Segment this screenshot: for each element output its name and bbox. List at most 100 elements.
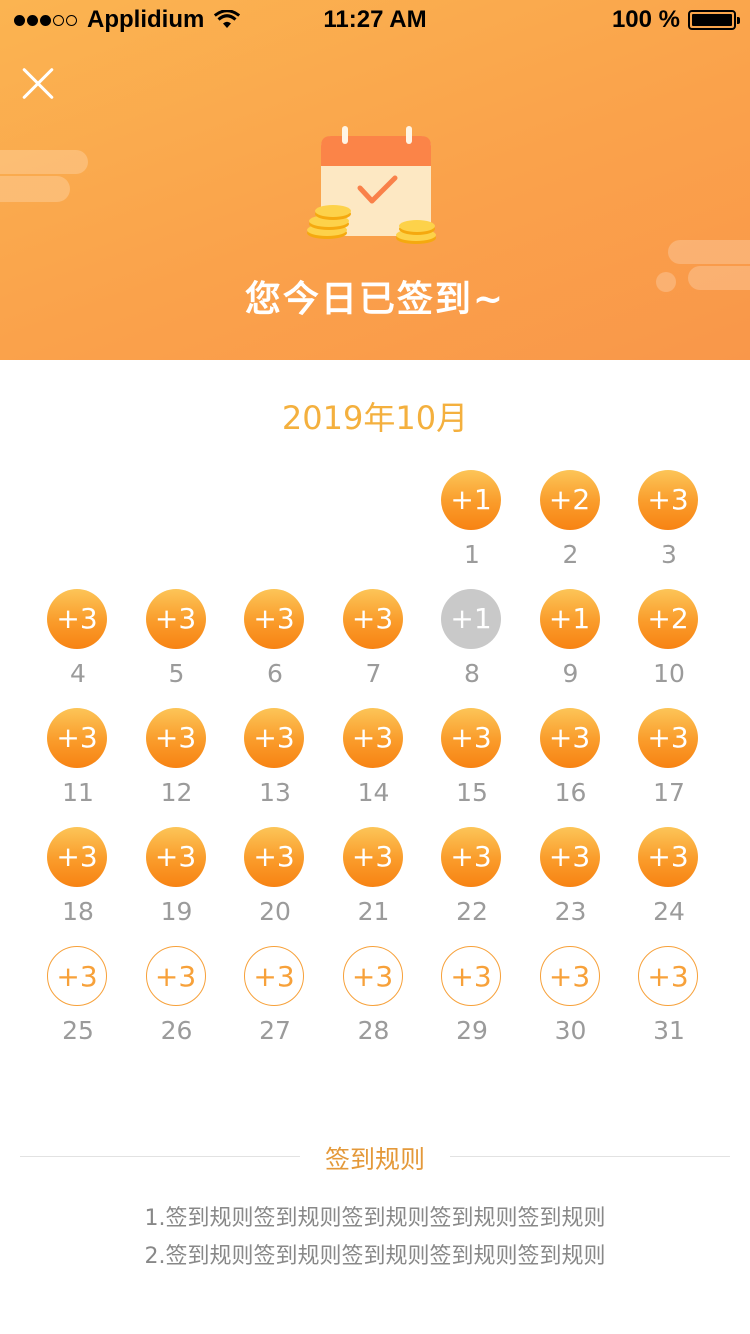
reward-badge: +2 — [638, 589, 698, 649]
calendar-day[interactable]: +3 7 — [324, 589, 424, 699]
reward-badge: +3 — [47, 708, 107, 768]
day-number: 30 — [554, 1016, 587, 1045]
calendar-day[interactable]: +3 18 — [28, 827, 128, 937]
reward-badge: +3 — [244, 827, 304, 887]
calendar-day[interactable]: +3 17 — [619, 708, 719, 818]
calendar-day[interactable]: +3 20 — [225, 827, 325, 937]
close-icon[interactable] — [20, 66, 56, 102]
calendar-day[interactable]: +3 23 — [521, 827, 621, 937]
divider — [450, 1156, 730, 1157]
calendar-day[interactable]: +2 2 — [521, 470, 621, 580]
reward-badge: +3 — [638, 470, 698, 530]
calendar-check-icon — [307, 126, 436, 244]
day-number: 6 — [267, 659, 283, 688]
calendar-day[interactable]: +3 4 — [28, 589, 128, 699]
calendar-day[interactable]: +3 22 — [422, 827, 522, 937]
reward-badge: +3 — [145, 827, 206, 887]
calendar-day[interactable]: +1 1 — [422, 470, 522, 580]
status-bar: Applidium 11:27 AM 100 % — [0, 0, 750, 40]
reward-badge: +1 — [539, 589, 600, 649]
reward-badge: +1 — [441, 470, 501, 530]
day-number: 11 — [62, 778, 94, 807]
calendar-day[interactable]: +3 6 — [225, 589, 325, 699]
cloud-decoration — [668, 240, 750, 264]
checkin-header: Applidium 11:27 AM 100 % 您今日已签到~ — [0, 0, 750, 360]
checkin-title: 您今日已签到~ — [244, 279, 506, 320]
reward-badge: +3 — [342, 708, 403, 768]
day-number: 27 — [259, 1016, 291, 1045]
day-number: 23 — [554, 897, 587, 926]
cloud-decoration — [0, 176, 70, 202]
calendar-month: 2019年10月 — [281, 399, 469, 437]
calendar-day[interactable]: +3 25 — [28, 946, 128, 1056]
reward-badge: +3 — [441, 708, 501, 768]
reward-badge: +3 — [342, 827, 403, 887]
calendar-day[interactable]: +3 14 — [324, 708, 424, 818]
day-number: 16 — [554, 778, 587, 807]
day-number: 8 — [464, 659, 480, 688]
day-number: 12 — [160, 778, 193, 807]
calendar-day[interactable]: +3 26 — [127, 946, 227, 1056]
battery-icon — [688, 10, 740, 30]
calendar-day[interactable]: +3 29 — [422, 946, 522, 1056]
reward-badge: +3 — [145, 589, 206, 649]
reward-badge: +3 — [47, 827, 107, 887]
calendar-day[interactable]: +3 21 — [324, 827, 424, 937]
reward-badge: +3 — [244, 946, 304, 1006]
calendar-day[interactable]: +3 31 — [619, 946, 719, 1056]
rule-line: 1.签到规则签到规则签到规则签到规则签到规则 — [144, 1206, 606, 1231]
reward-badge: +3 — [539, 946, 600, 1006]
day-number: 25 — [62, 1016, 94, 1045]
day-number: 29 — [456, 1016, 488, 1045]
calendar-day[interactable]: +3 11 — [28, 708, 128, 818]
calendar-day[interactable]: +3 16 — [521, 708, 621, 818]
reward-badge: +1 — [441, 589, 501, 649]
day-number: 4 — [70, 659, 86, 688]
calendar-day[interactable]: +3 3 — [619, 470, 719, 580]
calendar-day[interactable]: +2 10 — [619, 589, 719, 699]
calendar-day[interactable]: +1 9 — [521, 589, 621, 699]
day-number: 2 — [562, 540, 579, 569]
calendar-day[interactable]: +3 19 — [127, 827, 227, 937]
day-number: 17 — [653, 778, 685, 807]
day-number: 22 — [456, 897, 488, 926]
reward-badge: +3 — [244, 708, 304, 768]
reward-badge: +3 — [47, 589, 107, 649]
reward-badge: +3 — [539, 708, 600, 768]
cloud-decoration — [0, 150, 88, 174]
calendar-day[interactable]: +3 5 — [127, 589, 227, 699]
day-number: 3 — [661, 540, 677, 569]
calendar-day[interactable]: +3 13 — [225, 708, 325, 818]
reward-badge: +3 — [145, 946, 206, 1006]
day-number: 9 — [562, 659, 579, 688]
day-number: 7 — [365, 659, 382, 688]
reward-badge: +2 — [539, 470, 600, 530]
day-number: 20 — [259, 897, 291, 926]
day-number: 14 — [357, 778, 390, 807]
day-number: 1 — [464, 540, 480, 569]
day-number: 26 — [160, 1016, 193, 1045]
day-number: 19 — [160, 897, 193, 926]
reward-badge: +3 — [638, 708, 698, 768]
calendar-day[interactable]: +3 28 — [324, 946, 424, 1056]
reward-badge: +3 — [47, 946, 107, 1006]
day-number: 21 — [357, 897, 390, 926]
calendar-day[interactable]: +3 15 — [422, 708, 522, 818]
battery-percent: 100 % — [611, 6, 680, 33]
calendar-day[interactable]: +3 27 — [225, 946, 325, 1056]
calendar-day[interactable]: +3 12 — [127, 708, 227, 818]
calendar-day[interactable]: +3 30 — [521, 946, 621, 1056]
day-number: 24 — [653, 897, 685, 926]
day-number: 5 — [168, 659, 185, 688]
rules-list: 1.签到规则签到规则签到规则签到规则签到规则 2.签到规则签到规则签到规则签到规… — [0, 1200, 750, 1276]
reward-badge: +3 — [441, 827, 501, 887]
day-number: 18 — [62, 897, 94, 926]
reward-badge: +3 — [441, 946, 501, 1006]
rules-header: 签到规则 — [20, 1140, 730, 1176]
calendar-day[interactable]: +3 24 — [619, 827, 719, 937]
calendar-day[interactable]: +1 8 — [422, 589, 522, 699]
rule-line: 2.签到规则签到规则签到规则签到规则签到规则 — [144, 1244, 606, 1269]
reward-badge: +3 — [342, 946, 403, 1006]
reward-badge: +3 — [539, 827, 600, 887]
day-number: 13 — [259, 778, 291, 807]
